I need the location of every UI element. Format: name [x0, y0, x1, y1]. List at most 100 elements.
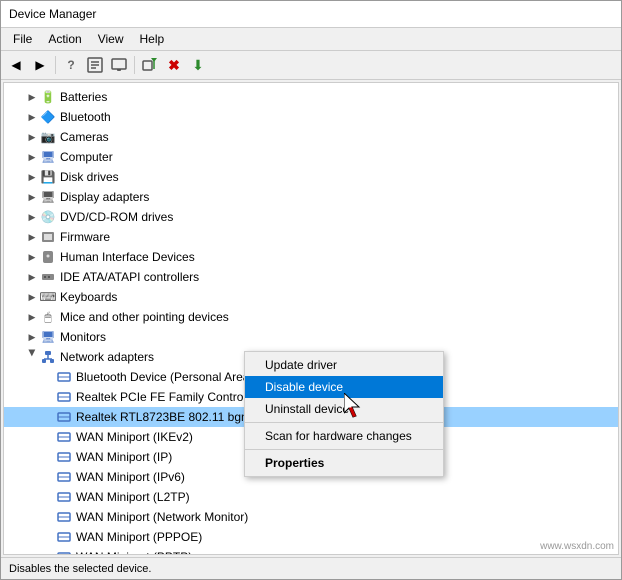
- context-properties[interactable]: Properties: [245, 452, 443, 474]
- wan-pppoe-icon: [56, 529, 72, 545]
- computer-label: Computer: [60, 150, 113, 164]
- mice-icon: 🖱: [40, 309, 56, 325]
- context-scan-changes[interactable]: Scan for hardware changes: [245, 425, 443, 447]
- device-manager-window: Device Manager File Action View Help ◀ ▶…: [0, 0, 622, 580]
- firmware-label: Firmware: [60, 230, 110, 244]
- wan-pptp-icon: [56, 549, 72, 554]
- expand-monitors[interactable]: ▶: [24, 332, 40, 343]
- bt-pan-icon: [56, 369, 72, 385]
- firmware-icon: [40, 229, 56, 245]
- disk-label: Disk drives: [60, 170, 119, 184]
- content-area: ▶ 🔋 Batteries ▶ 🔷 Bluetooth ▶ 📷 Cameras …: [3, 82, 619, 555]
- menu-help[interactable]: Help: [132, 30, 173, 48]
- download-button[interactable]: ⬇: [187, 54, 209, 76]
- toolbar-separator-1: [55, 56, 56, 74]
- context-uninstall-device[interactable]: Uninstall device: [245, 398, 443, 420]
- tree-item-wan-l2tp[interactable]: WAN Miniport (L2TP): [4, 487, 618, 507]
- properties-icon: [87, 57, 103, 73]
- wan-nm-icon: [56, 509, 72, 525]
- properties-button[interactable]: [84, 54, 106, 76]
- forward-button[interactable]: ▶: [29, 54, 51, 76]
- display-icon: 🖥: [40, 189, 56, 205]
- update-driver-label: Update driver: [265, 358, 337, 372]
- tree-item-mice[interactable]: ▶ 🖱 Mice and other pointing devices: [4, 307, 618, 327]
- status-bar: Disables the selected device.: [1, 557, 621, 579]
- wan-ip-label: WAN Miniport (IP): [76, 450, 172, 464]
- dvd-label: DVD/CD-ROM drives: [60, 210, 173, 224]
- status-text: Disables the selected device.: [9, 563, 151, 575]
- remove-button[interactable]: ✖: [163, 54, 185, 76]
- help-button[interactable]: ?: [60, 54, 82, 76]
- expand-ide[interactable]: ▶: [24, 272, 40, 283]
- tree-item-monitors[interactable]: ▶ 🖥 Monitors: [4, 327, 618, 347]
- context-disable-device[interactable]: Disable device: [245, 376, 443, 398]
- toolbar-separator-2: [134, 56, 135, 74]
- hid-icon: [40, 249, 56, 265]
- screen-icon: [111, 57, 127, 73]
- scan-icon: [142, 57, 158, 73]
- battery-icon: 🔋: [40, 89, 56, 105]
- expand-computer[interactable]: ▶: [24, 152, 40, 163]
- tree-item-cameras[interactable]: ▶ 📷 Cameras: [4, 127, 618, 147]
- expand-batteries[interactable]: ▶: [24, 92, 40, 103]
- expand-cameras[interactable]: ▶: [24, 132, 40, 143]
- tree-item-ide[interactable]: ▶ IDE ATA/ATAPI controllers: [4, 267, 618, 287]
- tree-item-disk[interactable]: ▶ 💾 Disk drives: [4, 167, 618, 187]
- tree-item-computer[interactable]: ▶ 🖥 Computer: [4, 147, 618, 167]
- context-update-driver[interactable]: Update driver: [245, 354, 443, 376]
- menu-file[interactable]: File: [5, 30, 40, 48]
- menu-bar: File Action View Help: [1, 28, 621, 51]
- expand-network[interactable]: ▶: [27, 349, 38, 365]
- expand-disk[interactable]: ▶: [24, 172, 40, 183]
- watermark: www.wsxdn.com: [540, 541, 614, 552]
- ide-label: IDE ATA/ATAPI controllers: [60, 270, 199, 284]
- expand-display[interactable]: ▶: [24, 192, 40, 203]
- scan-changes-label: Scan for hardware changes: [265, 429, 412, 443]
- expand-bluetooth[interactable]: ▶: [24, 112, 40, 123]
- dvd-icon: 💿: [40, 209, 56, 225]
- tree-item-dvd[interactable]: ▶ 💿 DVD/CD-ROM drives: [4, 207, 618, 227]
- tree-view: ▶ 🔋 Batteries ▶ 🔷 Bluetooth ▶ 📷 Cameras …: [4, 83, 618, 554]
- bluetooth-icon: 🔷: [40, 109, 56, 125]
- menu-action[interactable]: Action: [40, 30, 89, 48]
- expand-keyboards[interactable]: ▶: [24, 292, 40, 303]
- batteries-label: Batteries: [60, 90, 107, 104]
- tree-item-keyboards[interactable]: ▶ ⌨ Keyboards: [4, 287, 618, 307]
- tree-item-display[interactable]: ▶ 🖥 Display adapters: [4, 187, 618, 207]
- tree-item-wan-nm[interactable]: WAN Miniport (Network Monitor): [4, 507, 618, 527]
- tree-item-batteries[interactable]: ▶ 🔋 Batteries: [4, 87, 618, 107]
- properties-label: Properties: [265, 456, 324, 470]
- wan-nm-label: WAN Miniport (Network Monitor): [76, 510, 248, 524]
- expand-mice[interactable]: ▶: [24, 312, 40, 323]
- scan-button[interactable]: [139, 54, 161, 76]
- computer-icon: 🖥: [40, 149, 56, 165]
- tree-item-hid[interactable]: ▶ Human Interface Devices: [4, 247, 618, 267]
- wan-ipv6-label: WAN Miniport (IPv6): [76, 470, 185, 484]
- display-label: Display adapters: [60, 190, 149, 204]
- wan-l2tp-label: WAN Miniport (L2TP): [76, 490, 190, 504]
- ide-icon: [40, 269, 56, 285]
- cameras-icon: 📷: [40, 129, 56, 145]
- uninstall-device-label: Uninstall device: [265, 402, 349, 416]
- screen-button[interactable]: [108, 54, 130, 76]
- tree-item-firmware[interactable]: ▶ Firmware: [4, 227, 618, 247]
- expand-firmware[interactable]: ▶: [24, 232, 40, 243]
- tree-item-bluetooth[interactable]: ▶ 🔷 Bluetooth: [4, 107, 618, 127]
- tree-item-wan-pppoe[interactable]: WAN Miniport (PPPOE): [4, 527, 618, 547]
- realtek-wifi-icon: [56, 409, 72, 425]
- expand-hid[interactable]: ▶: [24, 252, 40, 263]
- context-separator-1: [245, 422, 443, 423]
- context-menu: Update driver Disable device Uninstall d…: [244, 351, 444, 477]
- hid-label: Human Interface Devices: [60, 250, 195, 264]
- window-title: Device Manager: [9, 7, 96, 21]
- back-button[interactable]: ◀: [5, 54, 27, 76]
- expand-dvd[interactable]: ▶: [24, 212, 40, 223]
- cameras-label: Cameras: [60, 130, 109, 144]
- wan-pppoe-label: WAN Miniport (PPPOE): [76, 530, 202, 544]
- realtek-fe-icon: [56, 389, 72, 405]
- menu-view[interactable]: View: [90, 30, 132, 48]
- realtek-fe-label: Realtek PCIe FE Family Controller: [76, 390, 259, 404]
- wan-l2tp-icon: [56, 489, 72, 505]
- tree-item-wan-pptp[interactable]: WAN Miniport (PPTP): [4, 547, 618, 554]
- disk-icon: 💾: [40, 169, 56, 185]
